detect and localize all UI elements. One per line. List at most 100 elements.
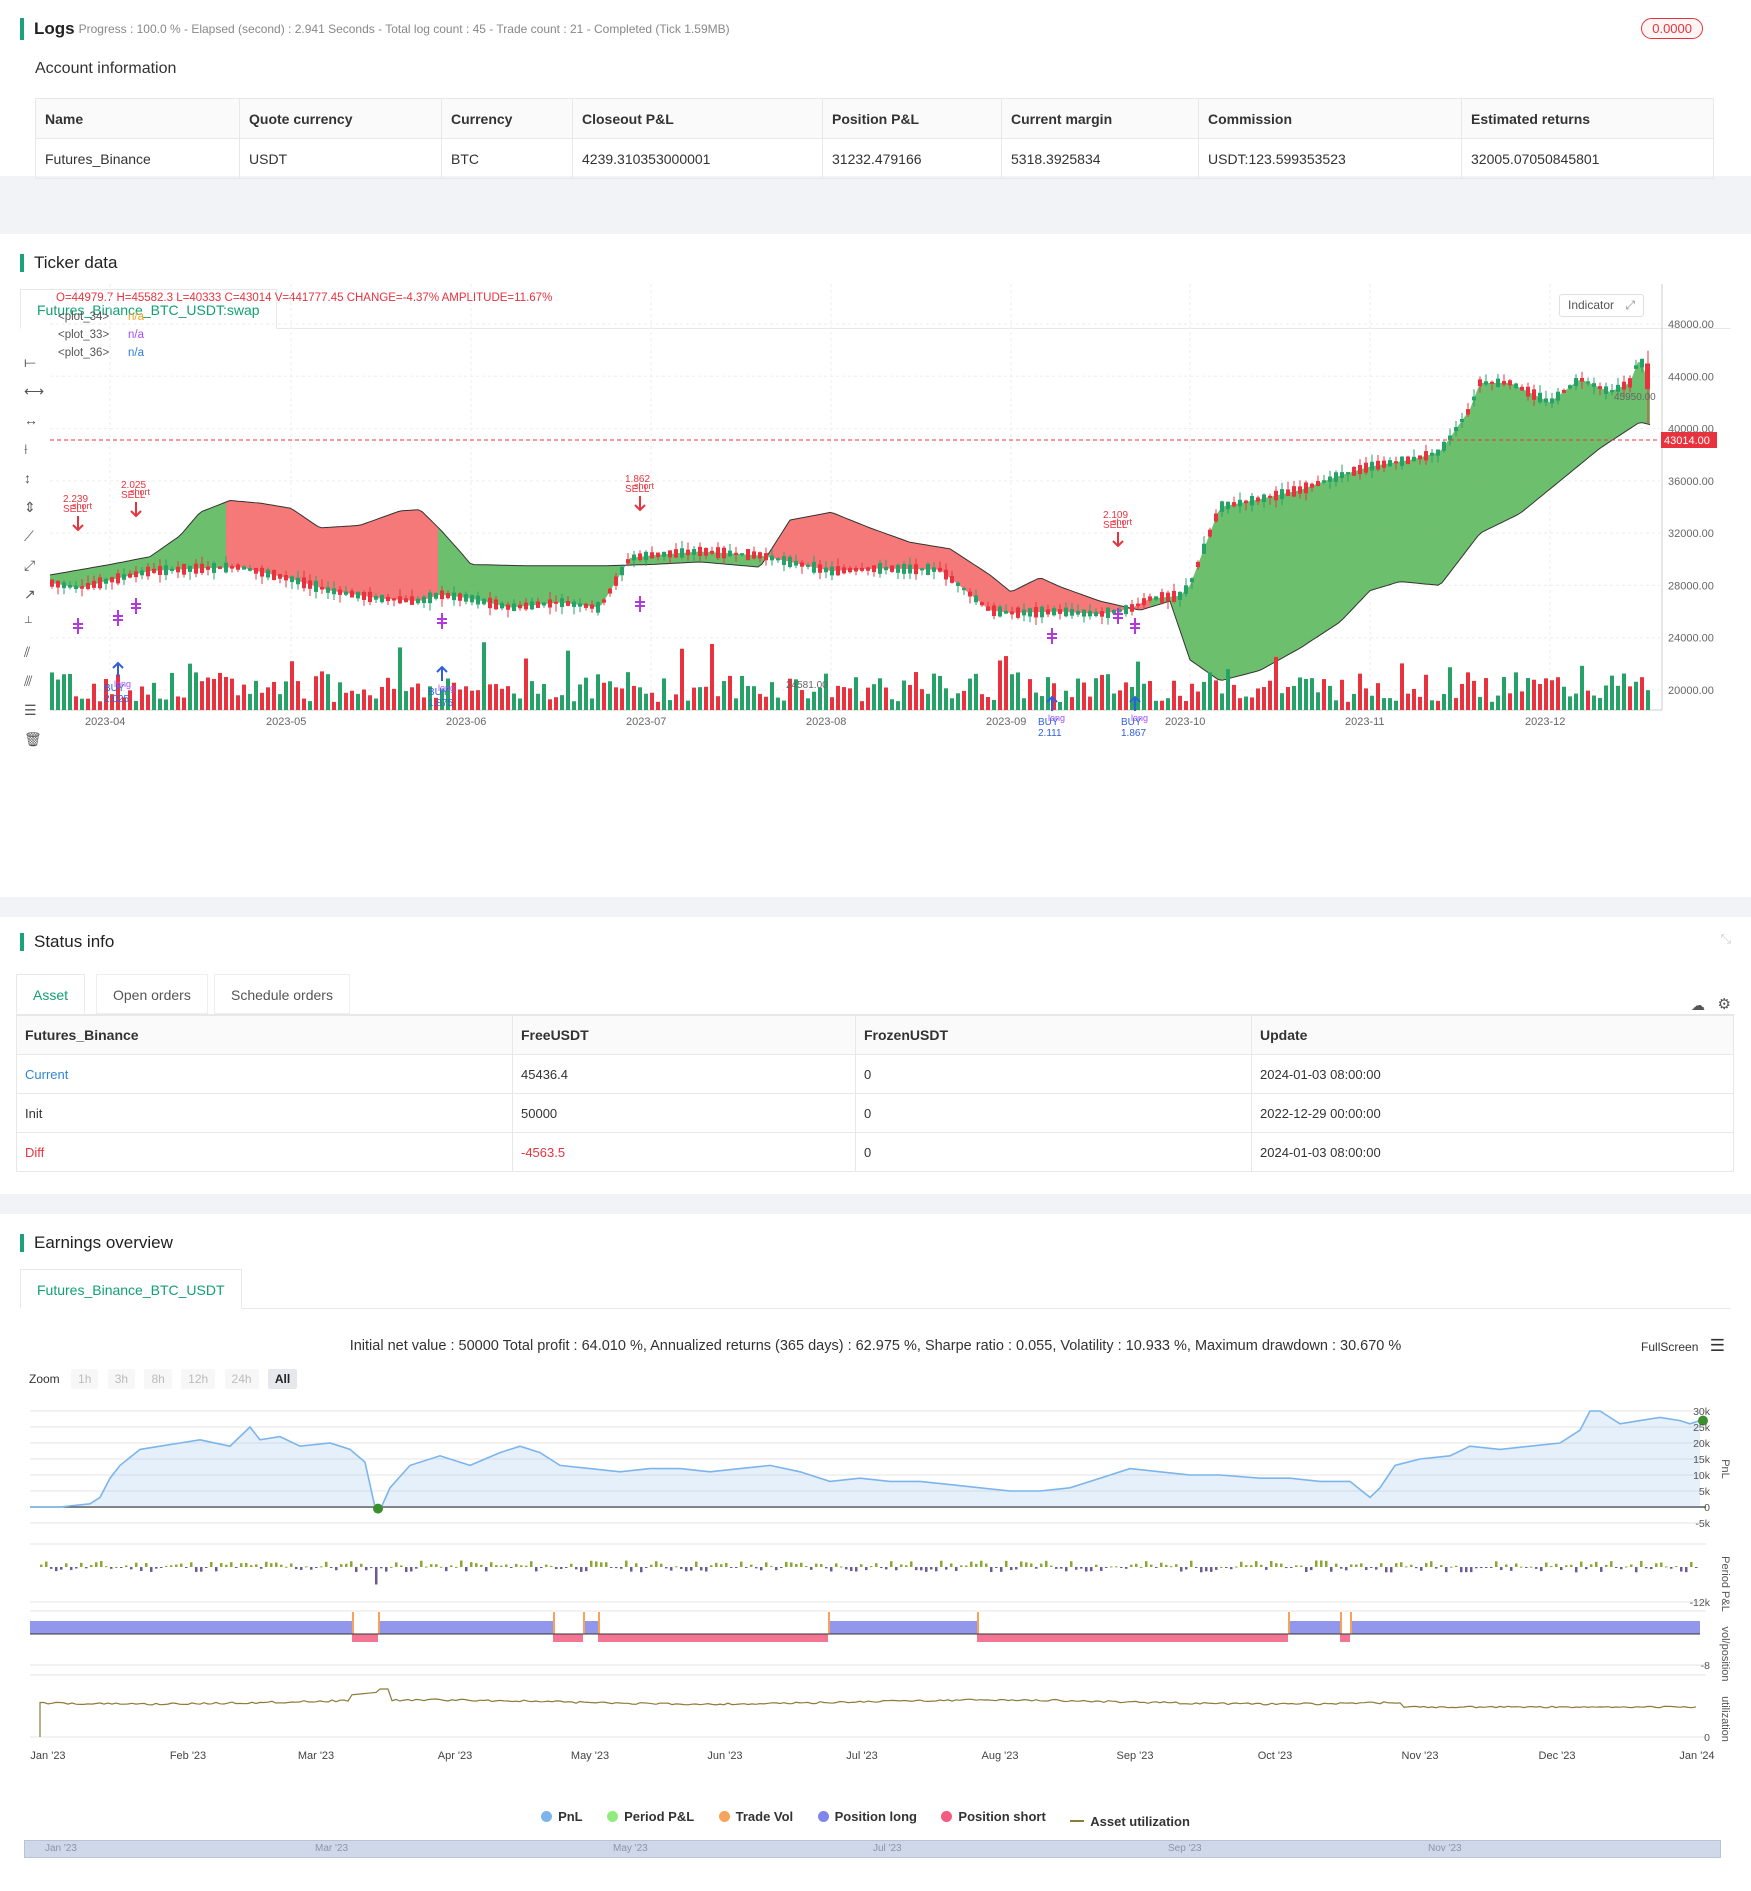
candle-body bbox=[1574, 378, 1578, 387]
legend-asset-utilization[interactable]: Asset utilization bbox=[1070, 1814, 1190, 1829]
period-bar bbox=[1495, 1561, 1498, 1567]
volume-bar bbox=[710, 643, 714, 710]
account-header: Estimated returns bbox=[1461, 98, 1714, 139]
candle-body bbox=[596, 602, 600, 613]
volume-bar bbox=[1262, 687, 1266, 710]
period-bar bbox=[100, 1560, 103, 1567]
volume-bar bbox=[974, 673, 978, 710]
cloud-download-icon[interactable]: ☁ bbox=[1691, 997, 1705, 1014]
candle-body bbox=[1094, 611, 1098, 617]
candle-body bbox=[62, 582, 66, 589]
candle-body bbox=[1400, 456, 1404, 466]
period-bar bbox=[1275, 1563, 1278, 1567]
period-bar bbox=[1290, 1567, 1293, 1568]
tab-asset[interactable]: Asset bbox=[16, 974, 86, 1014]
volume-bar bbox=[146, 694, 150, 710]
zoom-24h-button[interactable]: 24h bbox=[224, 1369, 259, 1389]
signal-sub: short bbox=[634, 481, 655, 491]
candle-body bbox=[926, 564, 930, 575]
zoom-12h-button[interactable]: 12h bbox=[181, 1369, 216, 1389]
candle-body bbox=[434, 593, 438, 599]
fullscreen-button[interactable]: FullScreen ☰ bbox=[1641, 1336, 1725, 1356]
asset-row: Init 50000 0 2022-12-29 00:00:00 bbox=[16, 1093, 1734, 1133]
signal-arrow-up-icon bbox=[112, 661, 124, 677]
close-marker-icon bbox=[1047, 628, 1057, 644]
period-bar bbox=[1170, 1566, 1173, 1568]
candle-body bbox=[1448, 435, 1452, 440]
candle-body bbox=[1202, 543, 1206, 554]
utilization-line bbox=[39, 1688, 1697, 1737]
zoom-1h-button[interactable]: 1h bbox=[71, 1369, 99, 1389]
legend-period-pnl[interactable]: Period P&L bbox=[607, 1809, 694, 1824]
account-cell: 5318.3925834 bbox=[1001, 138, 1199, 179]
period-bar bbox=[480, 1564, 483, 1567]
volume-bar bbox=[464, 686, 468, 710]
volume-bar bbox=[1382, 698, 1386, 710]
collapse-icon[interactable]: ⤡ bbox=[1721, 931, 1731, 947]
candle-body bbox=[1076, 610, 1080, 615]
volume-bar bbox=[770, 682, 774, 710]
period-bar bbox=[450, 1565, 453, 1567]
period-bar bbox=[920, 1567, 923, 1571]
tab-open-orders[interactable]: Open orders bbox=[96, 974, 208, 1014]
earnings-time-label: Dec '23 bbox=[1539, 1750, 1576, 1762]
period-bar bbox=[680, 1567, 683, 1569]
zoom-3h-button[interactable]: 3h bbox=[107, 1369, 136, 1389]
period-bar bbox=[965, 1565, 968, 1567]
legend-position-short[interactable]: Position short bbox=[941, 1809, 1046, 1824]
period-bar bbox=[215, 1567, 218, 1572]
candle-body bbox=[998, 606, 1002, 617]
current-price-text: 43014.00 bbox=[1664, 435, 1710, 447]
logs-summary: Progress : 100.0 % - Elapsed (second) : … bbox=[78, 22, 730, 36]
legend-label: Position short bbox=[958, 1809, 1046, 1824]
period-bar bbox=[505, 1564, 508, 1567]
tab-earnings-symbol[interactable]: Futures_Binance_BTC_USDT bbox=[20, 1269, 242, 1309]
period-bar bbox=[1505, 1564, 1508, 1567]
legend-trade-vol[interactable]: Trade Vol bbox=[718, 1809, 793, 1824]
asset-frozen: 0 bbox=[855, 1054, 1252, 1094]
candle-body bbox=[1106, 607, 1110, 619]
pnl-tick-label: 10k bbox=[1693, 1470, 1711, 1482]
period-bar bbox=[1015, 1567, 1018, 1570]
volume-bar bbox=[758, 693, 762, 710]
period-bar bbox=[685, 1567, 688, 1572]
period-bar bbox=[1490, 1567, 1493, 1568]
volume-bar bbox=[242, 684, 246, 710]
gear-icon[interactable]: ⚙ bbox=[1718, 995, 1731, 1013]
candle-body bbox=[1640, 358, 1644, 368]
menu-icon[interactable]: ☰ bbox=[1710, 1336, 1725, 1355]
candle-body bbox=[530, 601, 534, 610]
candle-body bbox=[566, 601, 570, 606]
signal-arrow-down-icon bbox=[72, 516, 84, 532]
period-bar bbox=[1200, 1567, 1203, 1573]
period-bar bbox=[1485, 1567, 1488, 1568]
candle-body bbox=[740, 553, 744, 556]
period-bar bbox=[145, 1563, 148, 1567]
volume-bar bbox=[1016, 672, 1020, 710]
period-bar bbox=[1230, 1567, 1233, 1570]
candle-body bbox=[704, 547, 708, 556]
period-bar bbox=[475, 1563, 478, 1567]
period-bar bbox=[260, 1567, 263, 1569]
tab-schedule-orders[interactable]: Schedule orders bbox=[214, 974, 350, 1014]
period-bar bbox=[1540, 1567, 1543, 1572]
zoom-all-button[interactable]: All bbox=[267, 1369, 298, 1389]
candle-body bbox=[122, 574, 126, 580]
navigator-bar[interactable]: Jan '23 Mar '23 May '23 Jul '23 Sep '23 Nov '… bbox=[24, 1840, 1721, 1858]
trade-vol-bar bbox=[598, 1612, 600, 1634]
price-tick-label: 20000.00 bbox=[1668, 685, 1714, 697]
legend-pnl[interactable]: PnL bbox=[541, 1809, 583, 1824]
zoom-8h-button[interactable]: 8h bbox=[144, 1369, 172, 1389]
volume-bar bbox=[986, 697, 990, 710]
volume-bar bbox=[236, 695, 240, 710]
pnl-area bbox=[30, 1411, 1700, 1511]
candle-body bbox=[92, 580, 96, 588]
legend-position-long[interactable]: Position long bbox=[817, 1809, 917, 1824]
time-tick-label: 2023-08 bbox=[806, 716, 846, 728]
period-bar bbox=[1465, 1567, 1468, 1573]
asset-row-label[interactable]: Current bbox=[16, 1054, 513, 1094]
period-bar bbox=[325, 1561, 328, 1567]
volume-bar bbox=[86, 698, 90, 710]
candle-body bbox=[1028, 608, 1032, 617]
candle-body bbox=[992, 605, 996, 617]
